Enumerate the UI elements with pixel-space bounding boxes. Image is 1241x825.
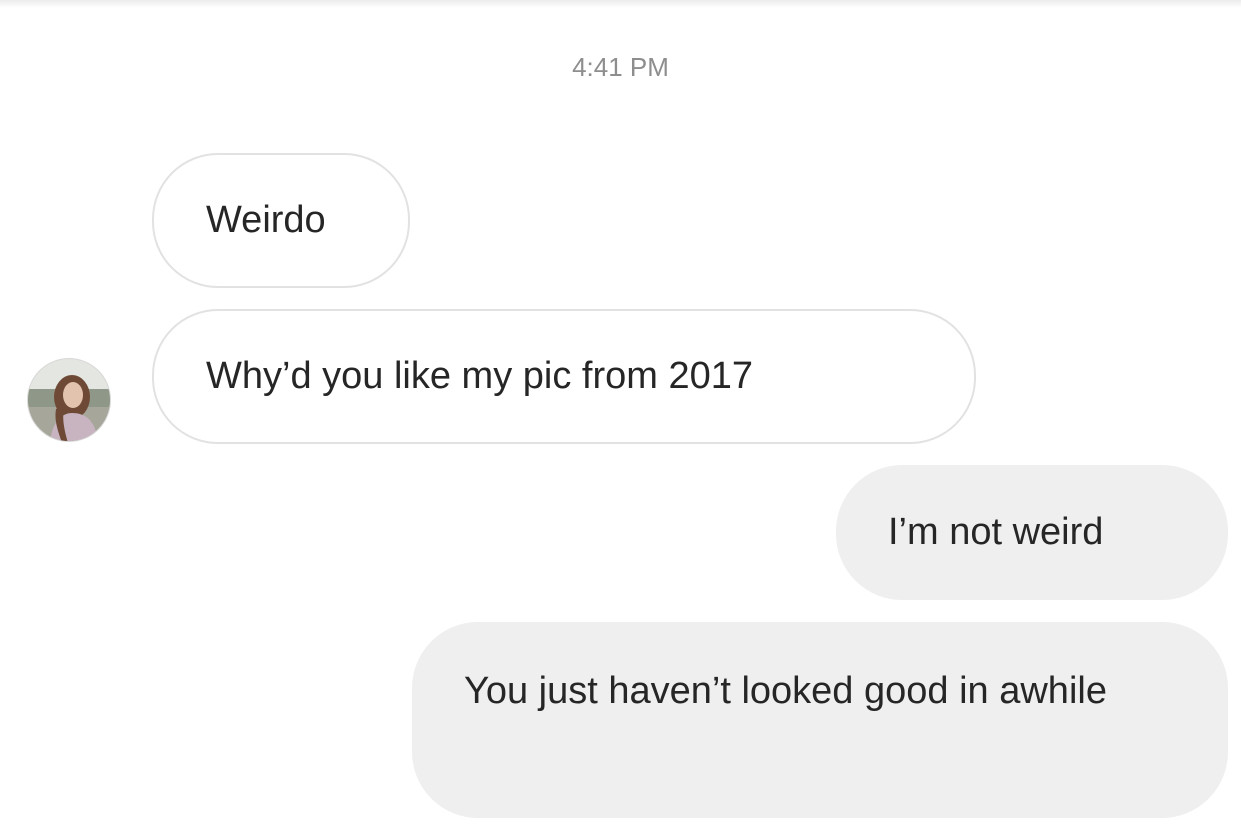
outgoing-message-bubble[interactable]: You just haven’t looked good in awhile [412,622,1228,818]
incoming-message-bubble[interactable]: Weirdo [152,153,410,288]
message-text: I’m not weird [888,511,1104,553]
outgoing-message-bubble[interactable]: I’m not weird [836,465,1228,600]
incoming-message-bubble[interactable]: Why’d you like my pic from 2017 [152,309,976,444]
contact-photo-avatar-icon [28,359,110,441]
message-timestamp: 4:41 PM [572,52,669,82]
message-text: Weirdo [206,199,326,241]
contact-avatar[interactable] [27,358,111,442]
message-text: Why’d you like my pic from 2017 [206,355,753,397]
top-divider [0,0,1241,8]
message-text: You just haven’t looked good in awhile [464,670,1107,712]
